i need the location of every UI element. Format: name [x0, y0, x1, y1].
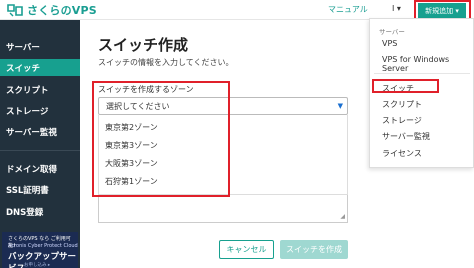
sidebar-divider [0, 150, 80, 151]
sidebar: サーバー スイッチ スクリプト ストレージ サーバー監視 ドメイン取得 SSL証… [0, 20, 80, 268]
sidebar-item-server-monitor[interactable]: サーバー監視 [0, 123, 80, 140]
page-title: スイッチ作成 [98, 36, 189, 54]
backup-service-banner[interactable]: さくらのVPS なら ご利用可能！ Acronis Cyber Protect … [2, 232, 78, 268]
sidebar-item-script[interactable]: スクリプト [0, 81, 80, 98]
sidebar-item-switch[interactable]: スイッチ [0, 59, 80, 76]
menu-item-storage[interactable]: ストレージ [382, 115, 422, 126]
top-header: さくらのVPS マニュアル I ▾ 新規追加 ▾ [0, 0, 474, 20]
highlight-menu-switch [372, 79, 439, 93]
menu-group-server: サーバー [379, 28, 405, 36]
new-add-menu: サーバー VPS VPS for Windows Server スイッチ スクリ… [369, 18, 474, 168]
logo-text: さくらのVPS [27, 4, 97, 17]
sidebar-item-storage[interactable]: ストレージ [0, 102, 80, 119]
menu-item-license[interactable]: ライセンス [382, 148, 422, 159]
user-menu[interactable]: I ▾ [392, 4, 401, 13]
menu-item-script[interactable]: スクリプト [382, 99, 422, 110]
highlight-zone-select [92, 81, 230, 197]
menu-item-server-monitor[interactable]: サーバー監視 [382, 131, 430, 142]
sidebar-item-domain[interactable]: ドメイン取得 [0, 160, 80, 177]
banner-link: お申し込み ▸ [24, 263, 51, 268]
create-switch-button[interactable]: スイッチを作成 [280, 240, 348, 259]
sidebar-item-dns[interactable]: DNS登録 [0, 203, 80, 220]
sakura-logo-icon [7, 4, 23, 17]
banner-line-2: Acronis Cyber Protect Cloud [8, 243, 78, 249]
memo-textarea[interactable]: ◢ [98, 195, 348, 223]
logo[interactable]: さくらのVPS [6, 2, 97, 18]
sidebar-item-ssl[interactable]: SSL証明書 [0, 181, 80, 198]
resize-grip-icon: ◢ [340, 213, 345, 220]
chevron-down-icon: ▼ [337, 102, 343, 110]
menu-item-vps[interactable]: VPS [382, 39, 397, 48]
cancel-button[interactable]: キャンセル [219, 240, 274, 259]
sidebar-item-server[interactable]: サーバー [0, 38, 80, 55]
menu-divider [374, 73, 470, 74]
manual-link[interactable]: マニュアル [328, 4, 368, 15]
menu-item-vps-windows[interactable]: VPS for Windows Server [382, 55, 473, 73]
page-description: スイッチの情報を入力してください。 [98, 58, 234, 67]
